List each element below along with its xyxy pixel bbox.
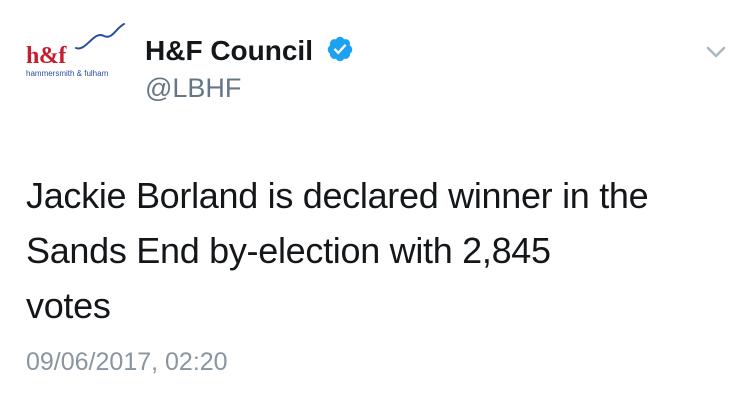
tweet-text-line: votes bbox=[26, 285, 111, 326]
tweet-text-line: Sands End by-election with 2,845 bbox=[26, 230, 551, 271]
chevron-down-icon[interactable] bbox=[700, 38, 732, 66]
account-avatar[interactable]: h&f hammersmith & fulham bbox=[24, 18, 128, 78]
tweet-text-line: Jackie Borland is declared winner in the bbox=[26, 175, 649, 216]
tweet-text: Jackie Borland is declared winner in the… bbox=[26, 168, 726, 333]
account-handle[interactable]: @LBHF bbox=[145, 75, 241, 102]
avatar-logo-subtext: hammersmith & fulham bbox=[26, 69, 109, 78]
verified-badge-icon bbox=[327, 36, 353, 62]
tweet-card: h&f hammersmith & fulham H&F Council @LB… bbox=[0, 0, 750, 403]
avatar-logo-text: h&f bbox=[26, 43, 66, 69]
tweet-timestamp[interactable]: 09/06/2017, 02:20 bbox=[26, 350, 228, 375]
display-name[interactable]: H&F Council bbox=[145, 37, 313, 65]
